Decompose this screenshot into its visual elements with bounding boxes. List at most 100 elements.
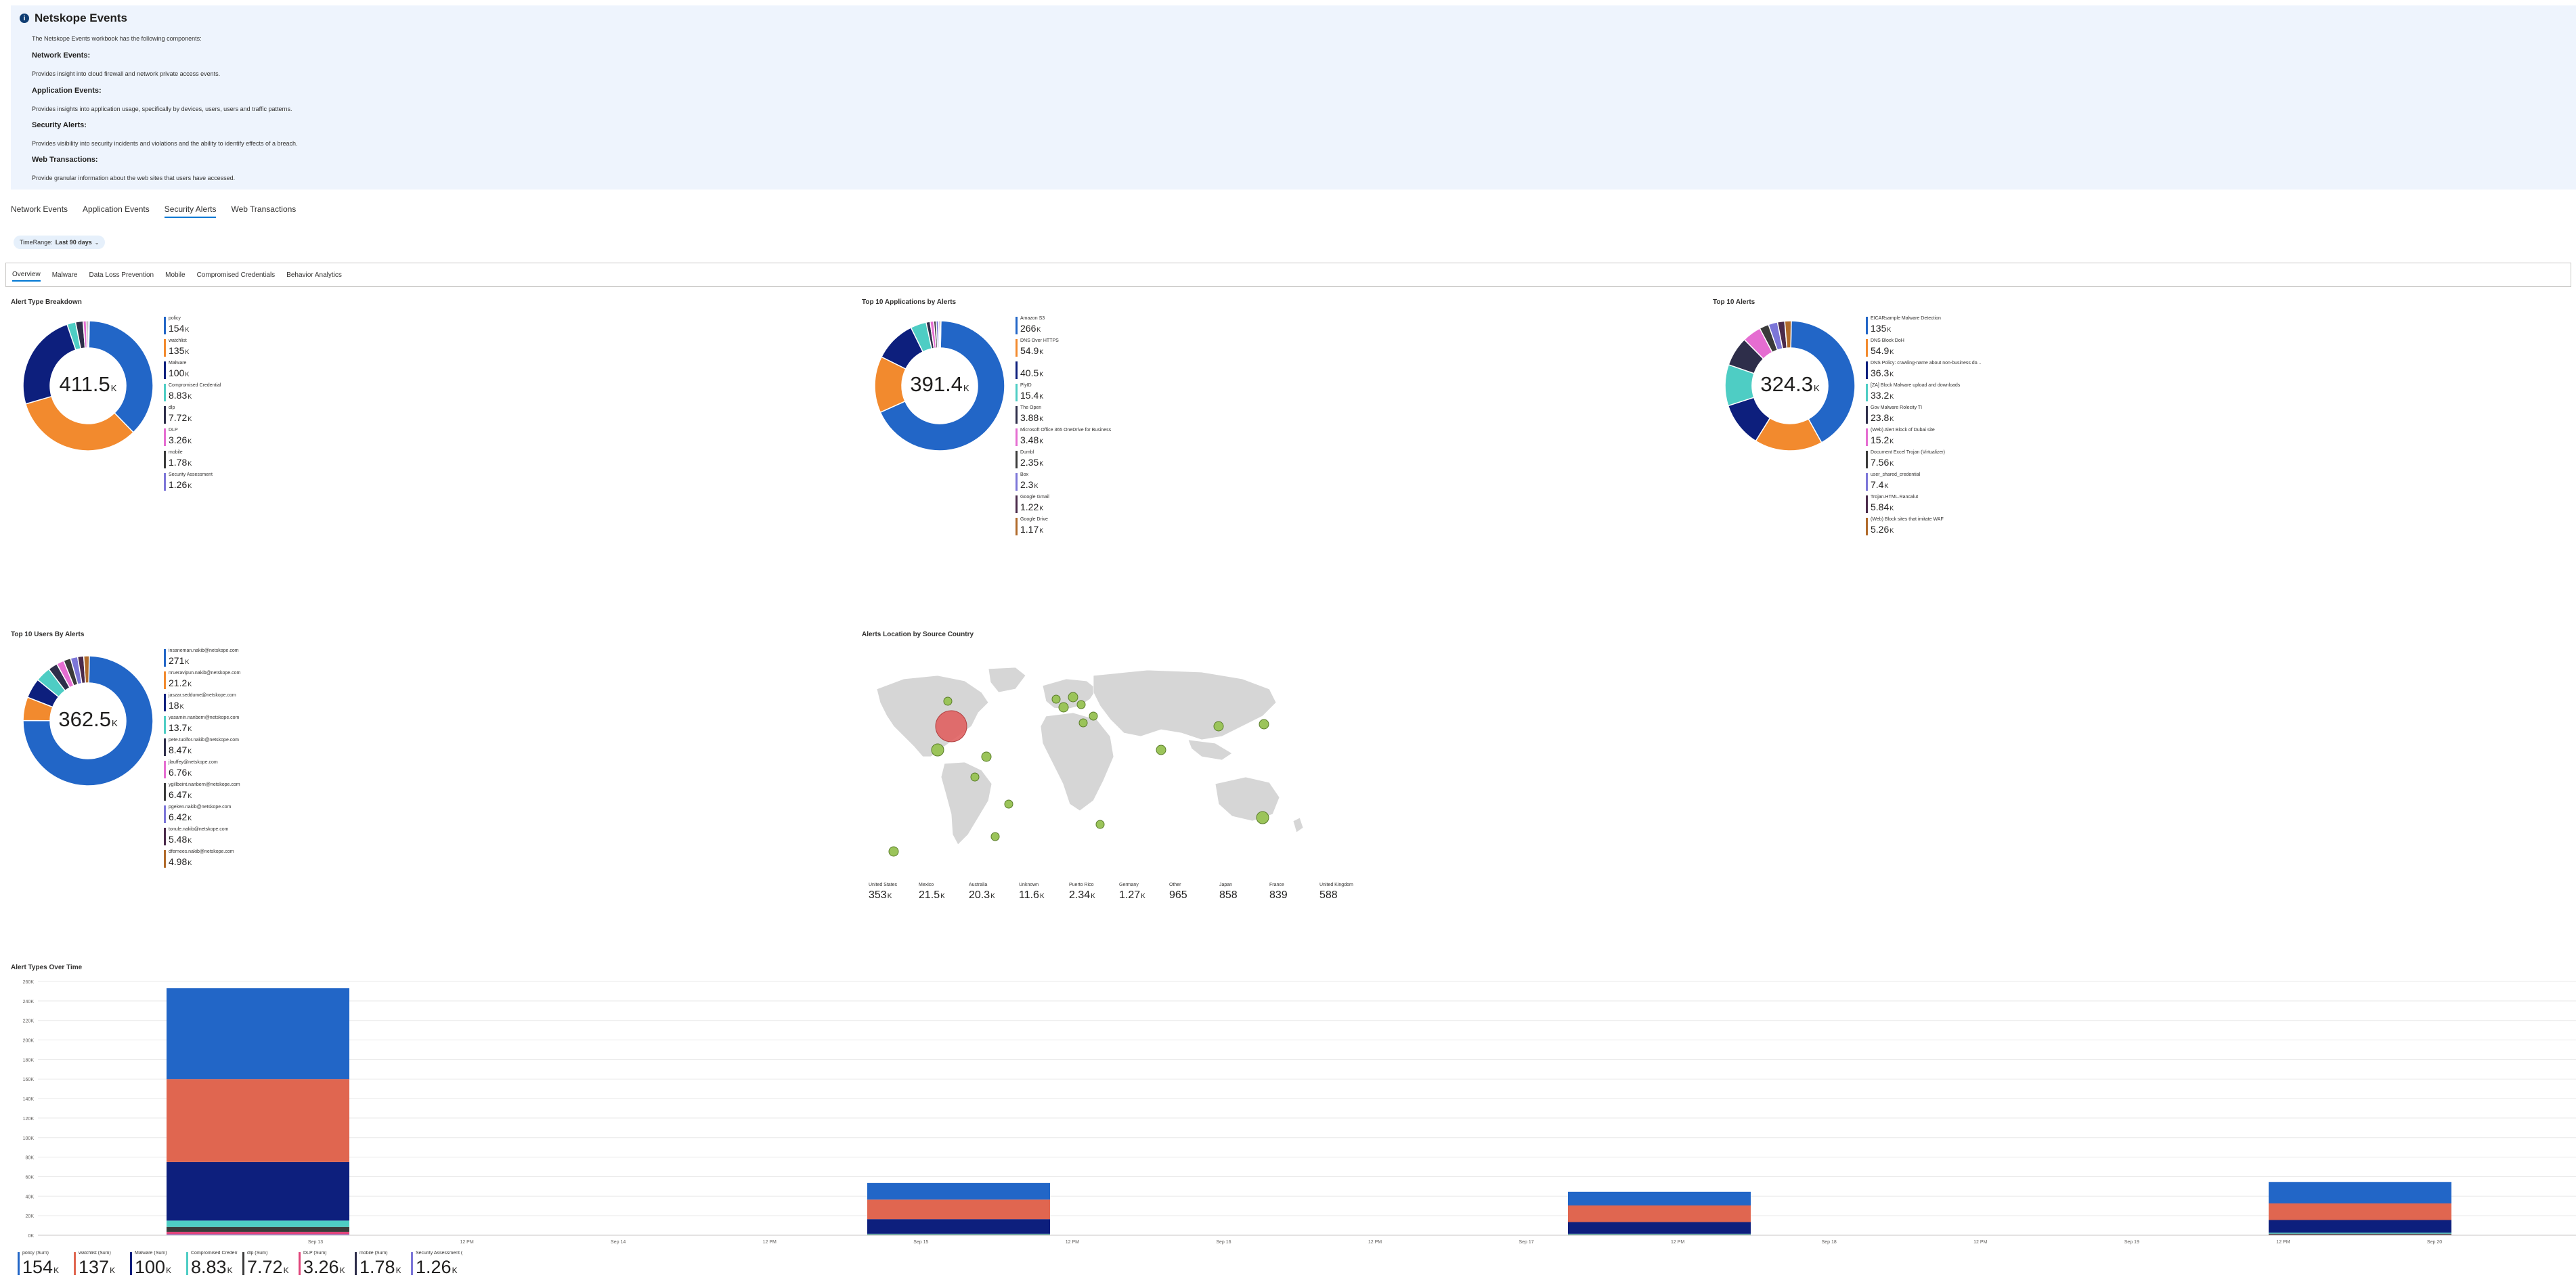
subtab-overview[interactable]: Overview bbox=[12, 268, 41, 282]
stacked-bar-segment[interactable] bbox=[167, 988, 349, 1080]
legend-item[interactable]: 40.5K bbox=[1016, 361, 1111, 383]
country-stat[interactable]: United States 353K bbox=[869, 883, 919, 902]
legend-item[interactable]: Trojan.HTML.Rancalut 5.84K bbox=[1866, 495, 1981, 517]
marker-india[interactable] bbox=[1156, 745, 1166, 755]
legend-item[interactable]: DNS Block DoH 54.9K bbox=[1866, 338, 1981, 361]
time-legend-item[interactable]: dlp (Sum) 7.72K bbox=[242, 1251, 294, 1278]
legend-item[interactable]: insaneman.nakib@netskope.com 271K bbox=[164, 648, 240, 671]
legend-item[interactable]: DNS Policy: crawling-name about non-busi… bbox=[1866, 361, 1981, 383]
stacked-bar-segment[interactable] bbox=[2269, 1182, 2451, 1203]
legend-item[interactable]: jlauffey@netskope.com 6.76K bbox=[164, 760, 240, 782]
legend-item[interactable]: (Web) Block sites that imitate WAF 5.26K bbox=[1866, 517, 1981, 539]
legend-item[interactable]: mobile 1.78K bbox=[164, 450, 221, 472]
subtab-behavior-analytics[interactable]: Behavior Analytics bbox=[286, 269, 342, 281]
legend-item[interactable]: Google Gmail 1.22K bbox=[1016, 495, 1111, 517]
legend-item[interactable]: policy 154K bbox=[164, 316, 221, 338]
legend-item[interactable]: EICARsample Malware Detection 135K bbox=[1866, 316, 1981, 338]
stacked-bar-segment[interactable] bbox=[867, 1233, 1050, 1235]
legend-item[interactable]: ygillbeint.nanbern@netskope.com 6.47K bbox=[164, 782, 240, 805]
stacked-bar-segment[interactable] bbox=[867, 1199, 1050, 1220]
marker-south-africa[interactable] bbox=[1095, 820, 1105, 829]
marker-france[interactable] bbox=[1058, 702, 1069, 713]
marker-germany[interactable] bbox=[1068, 692, 1078, 703]
tab-network-events[interactable]: Network Events bbox=[11, 204, 68, 218]
stacked-bar-segment[interactable] bbox=[867, 1219, 1050, 1234]
stacked-bar-segment[interactable] bbox=[1568, 1233, 1751, 1235]
marker-brazil[interactable] bbox=[1004, 799, 1013, 809]
subtab-mobile[interactable]: Mobile bbox=[165, 269, 185, 281]
country-stat[interactable]: Puerto Rico 2.34K bbox=[1069, 883, 1119, 902]
marker-turkey[interactable] bbox=[1089, 711, 1098, 721]
stacked-bar-segment[interactable] bbox=[1568, 1222, 1751, 1234]
time-legend-item[interactable]: DLP (Sum) 3.26K bbox=[299, 1251, 350, 1278]
marker-canada[interactable] bbox=[943, 696, 953, 706]
time-legend-item[interactable]: Compromised Credential...8.83K bbox=[186, 1251, 238, 1278]
marker-israel[interactable] bbox=[1078, 718, 1088, 728]
marker-chile[interactable] bbox=[888, 846, 899, 857]
stacked-bar-segment[interactable] bbox=[1568, 1205, 1751, 1222]
time-legend-item[interactable]: mobile (Sum) 1.78K bbox=[355, 1251, 406, 1278]
time-legend-item[interactable]: policy (Sum) 154K bbox=[18, 1251, 69, 1278]
legend-item[interactable]: user_shared_credential 7.4K bbox=[1866, 472, 1981, 495]
stacked-bar-segment[interactable] bbox=[1568, 1191, 1751, 1206]
legend-item[interactable]: Amazon S3 266K bbox=[1016, 316, 1111, 338]
legend-item[interactable]: Microsoft Office 365 OneDrive for Busine… bbox=[1016, 428, 1111, 450]
legend-item[interactable]: Gov Malware Rolecity TI 23.8K bbox=[1866, 405, 1981, 428]
stacked-bar-segment[interactable] bbox=[167, 1226, 349, 1232]
marker-china[interactable] bbox=[1213, 721, 1224, 732]
legend-item[interactable]: pete.tuolfor.nakib@netskope.com 8.47K bbox=[164, 738, 240, 760]
legend-item[interactable]: Security Assessment 1.26K bbox=[164, 472, 221, 495]
country-stat[interactable]: Japan 858 bbox=[1219, 883, 1269, 902]
legend-item[interactable]: Box 2.3K bbox=[1016, 472, 1111, 495]
country-stat[interactable]: Germany 1.27K bbox=[1119, 883, 1169, 902]
marker-colombia[interactable] bbox=[970, 772, 980, 782]
country-stat[interactable]: Unknown 11.6K bbox=[1019, 883, 1069, 902]
marker-australia[interactable] bbox=[1256, 811, 1269, 824]
legend-item[interactable]: DNS Over HTTPS 54.9K bbox=[1016, 338, 1111, 361]
legend-item[interactable]: tonule.nakib@netskope.com 5.48K bbox=[164, 827, 240, 849]
country-stat[interactable]: United Kingdom 588 bbox=[1319, 883, 1370, 902]
time-legend-item[interactable]: Malware (Sum) 100K bbox=[130, 1251, 181, 1278]
legend-item[interactable]: (Web) Alert Block of Dubai site 15.2K bbox=[1866, 428, 1981, 450]
legend-item[interactable]: watchlist 135K bbox=[164, 338, 221, 361]
country-stat[interactable]: Australia 20.3K bbox=[969, 883, 1019, 902]
marker-japan[interactable] bbox=[1259, 719, 1269, 730]
stacked-bar-segment[interactable] bbox=[167, 1161, 349, 1221]
legend-item[interactable]: Google Drive 1.17K bbox=[1016, 517, 1111, 539]
legend-item[interactable]: pgeken.nakib@netskope.com 6.42K bbox=[164, 805, 240, 827]
legend-item[interactable]: Dumbl 2.35K bbox=[1016, 450, 1111, 472]
stacked-bar-segment[interactable] bbox=[167, 1220, 349, 1227]
legend-item[interactable]: DLP 3.26K bbox=[164, 428, 221, 450]
marker-poland[interactable] bbox=[1076, 700, 1086, 709]
legend-item[interactable]: dfernees.nakib@netskope.com 4.98K bbox=[164, 849, 240, 872]
country-stat[interactable]: Mexico 21.5K bbox=[919, 883, 969, 902]
tab-application-events[interactable]: Application Events bbox=[83, 204, 150, 218]
subtab-compromised-credentials[interactable]: Compromised Credentials bbox=[197, 269, 276, 281]
stacked-bar-segment[interactable] bbox=[167, 1231, 349, 1235]
stacked-bar-segment[interactable] bbox=[2269, 1220, 2451, 1233]
legend-item[interactable]: The Open 3.88K bbox=[1016, 405, 1111, 428]
legend-item[interactable]: Malware 100K bbox=[164, 361, 221, 383]
marker-united-states[interactable] bbox=[935, 710, 967, 742]
stacked-bar-segment[interactable] bbox=[2269, 1233, 2451, 1235]
timerange-parameter[interactable]: TimeRange: Last 90 days ⌄ bbox=[14, 236, 106, 249]
tab-security-alerts[interactable]: Security Alerts bbox=[164, 204, 217, 218]
subtab-malware[interactable]: Malware bbox=[52, 269, 78, 281]
time-legend-item[interactable]: Security Assessment (Sum)1.26K bbox=[411, 1251, 462, 1278]
legend-item[interactable]: Document Excel Trojan (Virtualizer) 7.56K bbox=[1866, 450, 1981, 472]
legend-item[interactable]: dlp 7.72K bbox=[164, 405, 221, 428]
legend-item[interactable]: nrueravipun.nakib@netskope.com 21.2K bbox=[164, 671, 240, 693]
tab-web-transactions[interactable]: Web Transactions bbox=[231, 204, 296, 218]
legend-item[interactable]: yasamin.nanbern@netskope.com 13.7K bbox=[164, 715, 240, 738]
stacked-bar-segment[interactable] bbox=[167, 1079, 349, 1162]
marker-mexico[interactable] bbox=[931, 743, 944, 757]
stacked-bar-segment[interactable] bbox=[2269, 1203, 2451, 1220]
subtab-data-loss-prevention[interactable]: Data Loss Prevention bbox=[89, 269, 154, 281]
marker-uk[interactable] bbox=[1051, 694, 1061, 704]
time-legend-item[interactable]: watchlist (Sum) 137K bbox=[74, 1251, 125, 1278]
donut-slice[interactable] bbox=[87, 320, 90, 349]
legend-item[interactable]: Compromised Credential 8.83K bbox=[164, 383, 221, 405]
legend-item[interactable]: [ZA] Block Malware upload and downloads 3… bbox=[1866, 383, 1981, 405]
country-stat[interactable]: Other 965 bbox=[1169, 883, 1219, 902]
marker-argentina[interactable] bbox=[990, 832, 1000, 841]
